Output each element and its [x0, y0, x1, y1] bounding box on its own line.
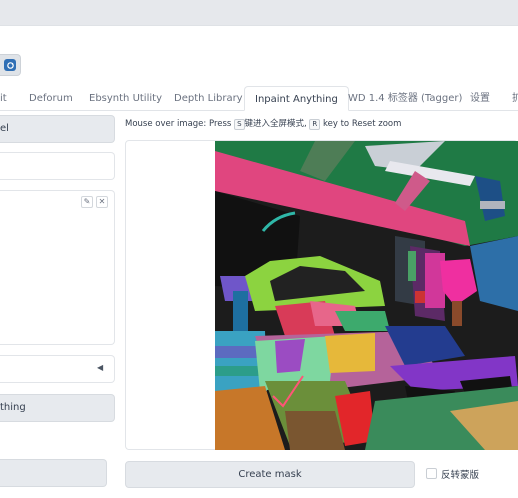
tab-deforum[interactable]: Deforum	[29, 86, 73, 111]
refresh-button[interactable]	[0, 54, 21, 76]
tab-inpaint-anything[interactable]: Inpaint Anything	[244, 86, 349, 111]
tab-partial-left[interactable]: it	[0, 86, 7, 111]
tab-bar: it Deforum Ebsynth Utility Depth Library…	[0, 86, 518, 111]
invert-mask-label: 反转蒙版	[441, 470, 480, 481]
run-segment-button[interactable]: thing	[0, 394, 115, 422]
edit-icon[interactable]: ✎	[81, 196, 93, 208]
tab-extensions[interactable]: 扩	[512, 86, 518, 111]
hint-suffix: key to Reset zoom	[323, 119, 402, 129]
model-select[interactable]	[0, 152, 115, 180]
tab-ebsynth-utility[interactable]: Ebsynth Utility	[89, 86, 162, 111]
tab-settings[interactable]: 设置	[470, 86, 490, 111]
hint-key-r: R	[309, 119, 321, 130]
model-button[interactable]: el	[0, 115, 115, 143]
hint-prefix: Mouse over image: Press	[125, 119, 232, 129]
invert-mask-checkbox[interactable]	[426, 468, 437, 479]
zoom-hint: Mouse over image: Press S 键进入全屏模式, R key …	[125, 117, 401, 130]
tab-wd14-tagger[interactable]: WD 1.4 标签器 (Tagger)	[348, 86, 462, 111]
collapse-arrow-icon: ◀	[97, 363, 104, 372]
secondary-button[interactable]	[0, 459, 107, 487]
hint-middle: 键进入全屏模式,	[244, 119, 307, 129]
input-image-box[interactable]: ✎ ✕	[0, 190, 115, 345]
collapsible-section[interactable]: ◀	[0, 355, 115, 383]
create-mask-button[interactable]: Create mask	[125, 461, 415, 488]
top-band	[0, 0, 518, 26]
refresh-icon	[4, 59, 16, 71]
segmentation-image[interactable]	[215, 141, 518, 450]
tab-depth-library[interactable]: Depth Library	[174, 86, 243, 111]
hint-key-s: S	[234, 119, 245, 130]
close-icon[interactable]: ✕	[96, 196, 108, 208]
